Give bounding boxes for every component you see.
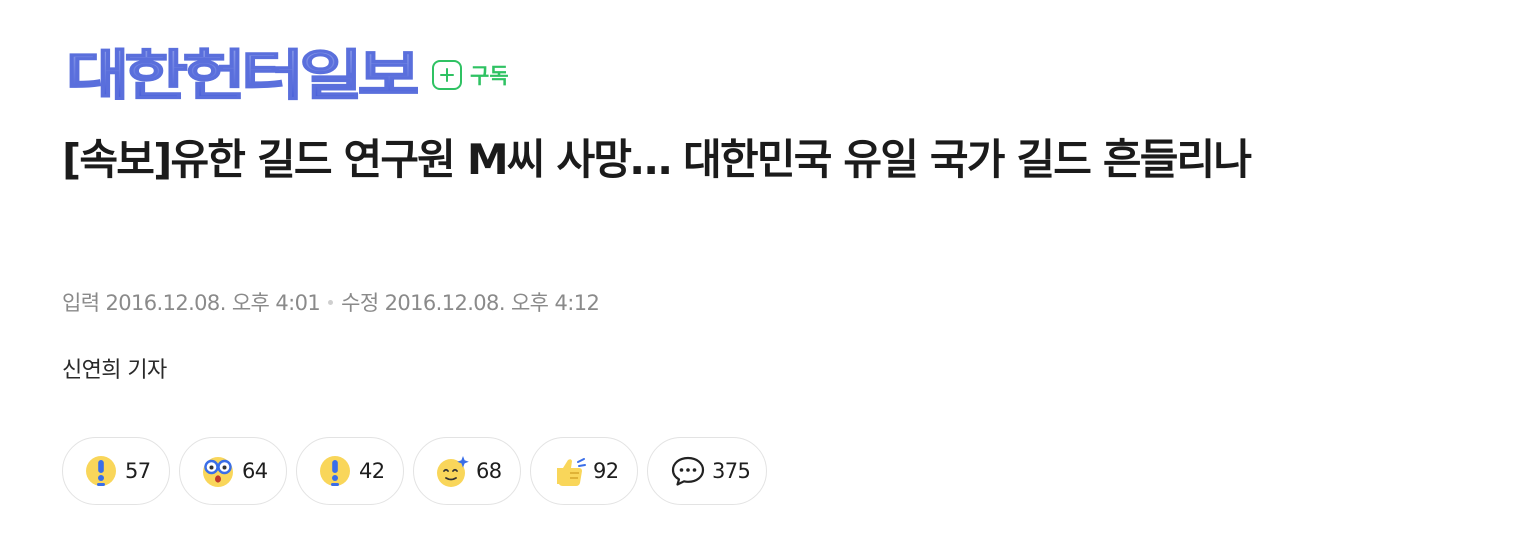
- comment-button[interactable]: 375: [647, 437, 767, 505]
- article-dates: 입력 2016.12.08. 오후 4:01 수정 2016.12.08. 오후…: [62, 287, 600, 317]
- reaction-button-2[interactable]: 64: [179, 437, 287, 505]
- modified-date: 2016.12.08. 오후 4:12: [384, 291, 600, 315]
- subscribe-button[interactable]: 구독: [432, 60, 509, 90]
- reaction-count: 42: [359, 459, 385, 483]
- subscribe-label: 구독: [470, 64, 509, 88]
- press-logo[interactable]: 대한헌터일보: [66, 42, 418, 106]
- reaction-count: 57: [125, 459, 151, 483]
- modified-label: 수정: [341, 291, 379, 315]
- reaction-button-1[interactable]: 57: [62, 437, 170, 505]
- logo-text: 대한헌터일보: [66, 44, 418, 106]
- surprised-glasses-face-icon: [200, 453, 236, 489]
- reaction-button-4[interactable]: 68: [413, 437, 521, 505]
- sparkle-face-icon: [434, 453, 470, 489]
- reaction-button-3[interactable]: 42: [296, 437, 404, 505]
- article-title: [속보]유한 길드 연구원 M씨 사망… 대한민국 유일 국가 길드 흔들리나: [62, 135, 1252, 184]
- press-header: 대한헌터일보 구독: [66, 42, 509, 106]
- plus-icon: [432, 60, 462, 90]
- comment-count: 375: [712, 459, 751, 483]
- reaction-button-5[interactable]: 92: [530, 437, 638, 505]
- comment-bubble-icon: [670, 453, 706, 489]
- exclamation-face-icon: [317, 453, 353, 489]
- thumbs-up-icon: [551, 453, 587, 489]
- exclamation-face-icon: [83, 453, 119, 489]
- reaction-bar: 57 64 42 68 92 375: [62, 437, 776, 505]
- published-date: 2016.12.08. 오후 4:01: [105, 291, 321, 315]
- separator-dot: [328, 299, 334, 305]
- byline[interactable]: 신연희 기자: [62, 352, 167, 384]
- reaction-count: 64: [242, 459, 268, 483]
- reaction-count: 92: [593, 459, 619, 483]
- reaction-count: 68: [476, 459, 502, 483]
- published-label: 입력: [62, 291, 100, 315]
